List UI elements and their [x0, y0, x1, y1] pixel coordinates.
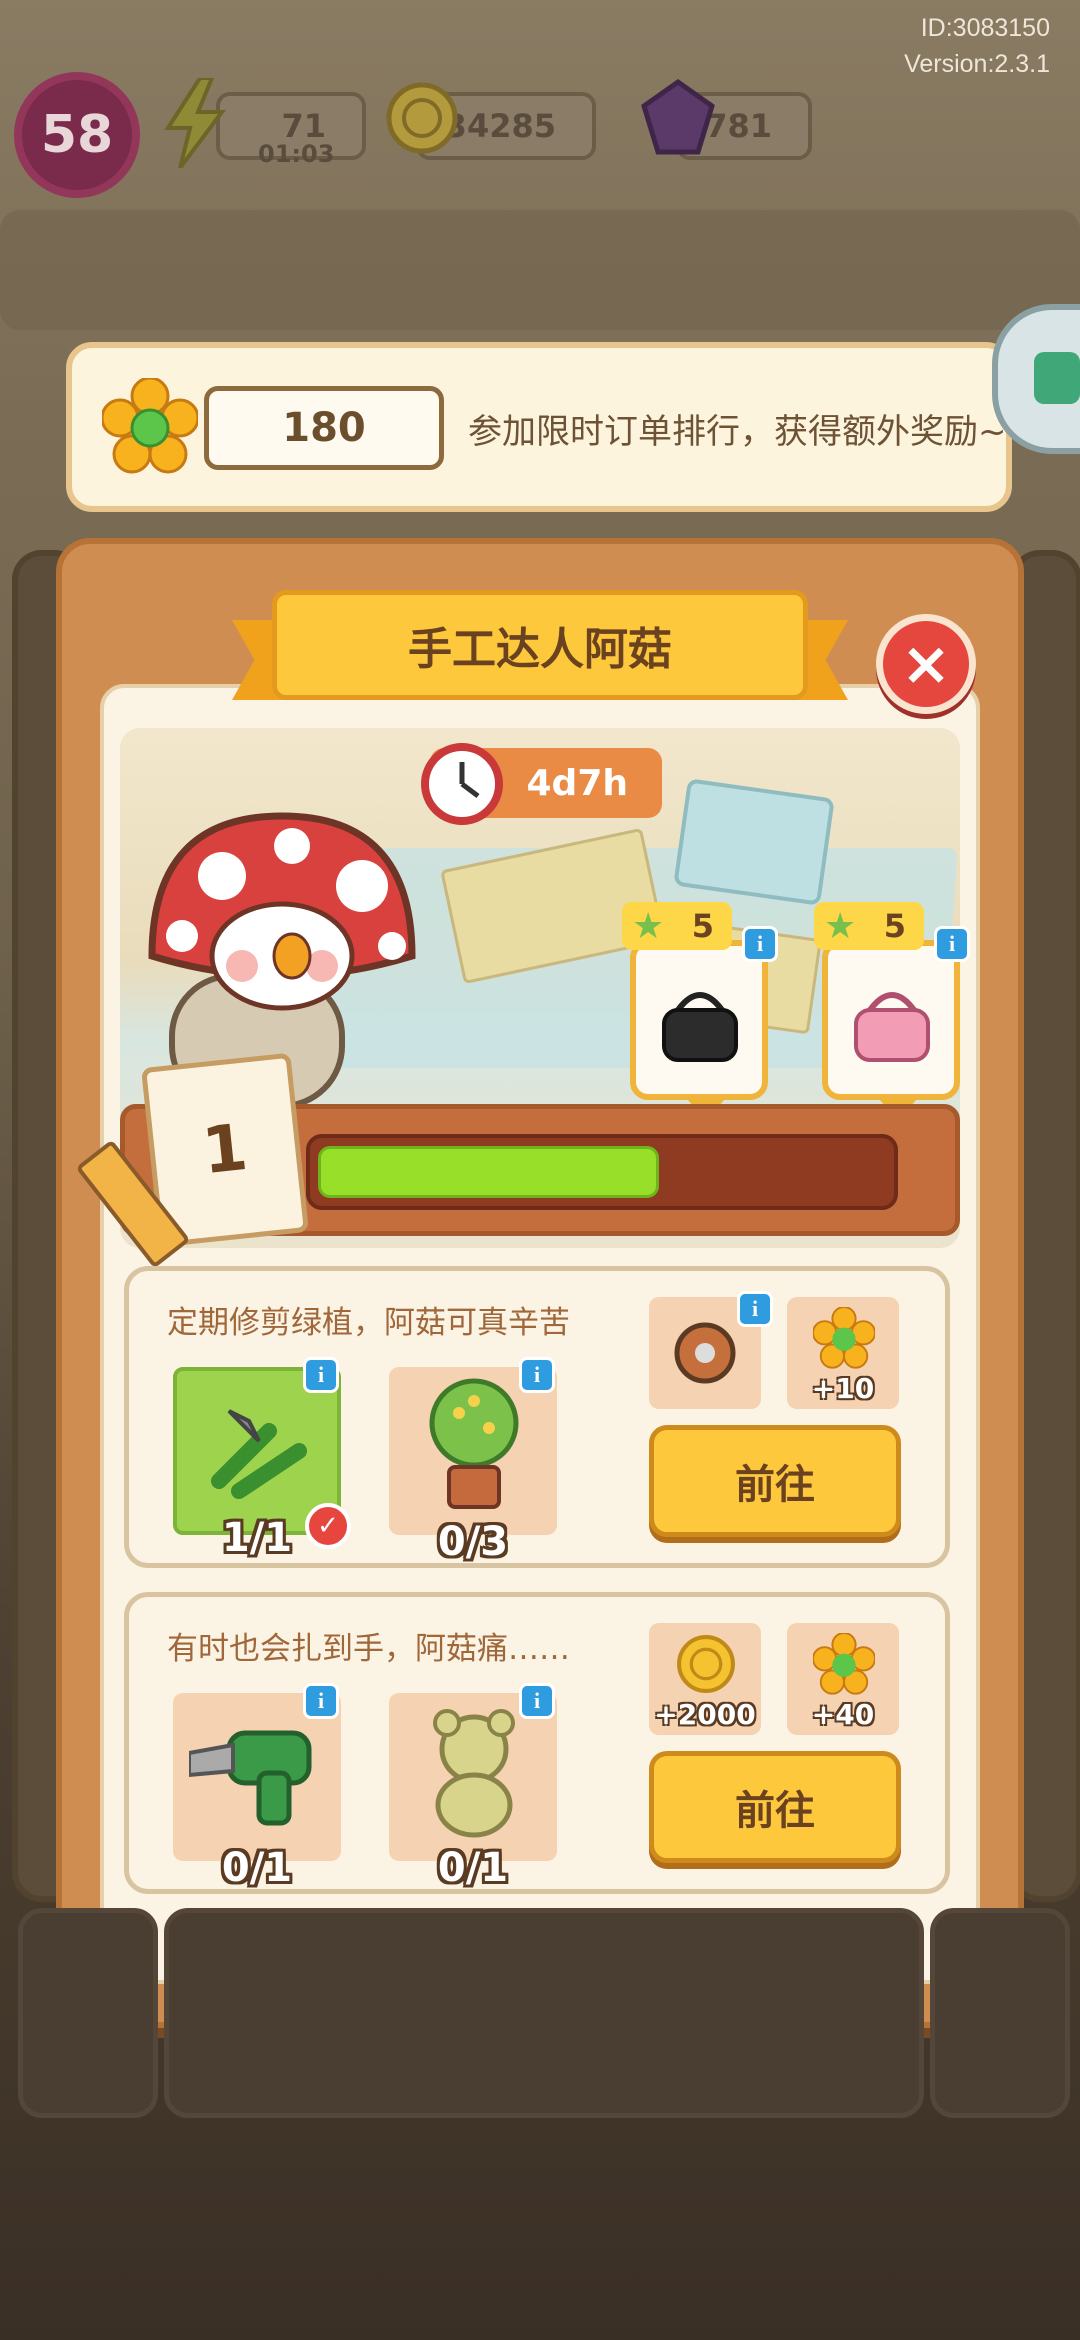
dim-bottom-right — [930, 1908, 1070, 2118]
star-badge: ★ 5 — [814, 902, 924, 950]
info-icon[interactable]: i — [519, 1683, 555, 1719]
energy-timer: 01:03 — [258, 140, 335, 168]
close-button[interactable]: × — [876, 614, 976, 714]
level-badge[interactable]: 58 — [14, 72, 140, 198]
dim-bottom-left — [18, 1908, 158, 2118]
star-icon: ★ — [824, 906, 857, 947]
reward-value: +40 — [811, 1698, 875, 1731]
go-button[interactable]: 前往 — [649, 1751, 901, 1863]
popup-title: 手工达人阿菇 — [272, 590, 808, 700]
requirement-count: 0/3 — [437, 1519, 509, 1565]
reward-slot: +40 — [787, 1623, 899, 1735]
side-chat-button[interactable] — [992, 304, 1080, 454]
pink-bag-icon — [850, 980, 934, 1068]
potted-tree-icon — [419, 1373, 529, 1517]
reward-value: +10 — [811, 1372, 875, 1405]
event-timer: 4d7h — [421, 743, 662, 825]
player-id: ID:3083150 — [920, 14, 1050, 42]
gem-icon — [640, 78, 716, 162]
info-icon[interactable]: i — [742, 926, 778, 962]
black-bag-icon — [658, 980, 742, 1068]
info-icon[interactable]: i — [303, 1357, 339, 1393]
title-ribbon: 手工达人阿菇 — [232, 590, 848, 710]
pruning-shears-icon — [199, 1391, 319, 1505]
chat-icon — [1034, 352, 1080, 404]
progress-fill — [318, 1146, 659, 1198]
event-progress-bar — [306, 1134, 898, 1210]
version-label: Version:2.3.1 — [904, 50, 1050, 78]
coin-icon — [675, 1633, 737, 1699]
banner-message: 参加限时订单排行，获得额外奖励~ — [468, 412, 1007, 452]
requirement-count: 0/1 — [437, 1845, 509, 1891]
reward-slot: +10 — [787, 1297, 899, 1409]
task-description: 定期修剪绿植，阿菇可真辛苦 — [167, 1305, 570, 1341]
star-badge: ★ 5 — [622, 902, 732, 950]
info-icon[interactable]: i — [737, 1291, 773, 1327]
coin-value: 34285 — [444, 107, 556, 145]
close-icon: × — [900, 629, 952, 699]
info-icon[interactable]: i — [519, 1357, 555, 1393]
go-button[interactable]: 前往 — [649, 1425, 901, 1537]
measuring-tape-icon — [669, 1313, 741, 1397]
power-drill-icon — [187, 1713, 319, 1837]
reward-slot: +2000 — [649, 1623, 761, 1735]
flower-points-icon — [100, 376, 200, 478]
clock-icon — [420, 742, 504, 835]
ranking-banner[interactable]: 180 参加限时订单排行，获得额外奖励~ — [66, 342, 1012, 512]
reward-preview-pink-bag[interactable]: ★ 5 i — [814, 902, 970, 1120]
stage-number: 1 — [198, 1110, 252, 1190]
flower-points-icon — [812, 1632, 876, 1699]
dim-bottom-center — [164, 1908, 924, 2118]
star-icon: ★ — [632, 906, 665, 947]
flower-points-icon — [812, 1306, 876, 1373]
lightning-icon — [160, 76, 230, 172]
info-icon[interactable]: i — [934, 926, 970, 962]
stars-value: 5 — [691, 907, 714, 945]
reward-preview-black-bag[interactable]: ★ 5 i — [622, 902, 778, 1120]
teddy-bear-icon — [419, 1709, 529, 1843]
checkmark-icon: ✓ — [305, 1503, 351, 1549]
points-counter: 180 — [204, 386, 444, 470]
task-card-1: 定期修剪绿植，阿菇可真辛苦 1/1 i ✓ 0/3 i i +10 前往 — [124, 1266, 950, 1568]
reward-value: +2000 — [654, 1698, 756, 1731]
timer-value: 4d7h — [526, 762, 629, 804]
stars-value: 5 — [883, 907, 906, 945]
task-card-2: 有时也会扎到手，阿菇痛…… 0/1 i 0/1 i +2000 +40 前往 — [124, 1592, 950, 1894]
task-description: 有时也会扎到手，阿菇痛…… — [167, 1631, 570, 1667]
coin-icon — [384, 80, 460, 160]
build-info: ID:3083150 Version:2.3.1 — [904, 10, 1050, 82]
info-icon[interactable]: i — [303, 1683, 339, 1719]
requirement-count: 0/1 — [221, 1845, 293, 1891]
